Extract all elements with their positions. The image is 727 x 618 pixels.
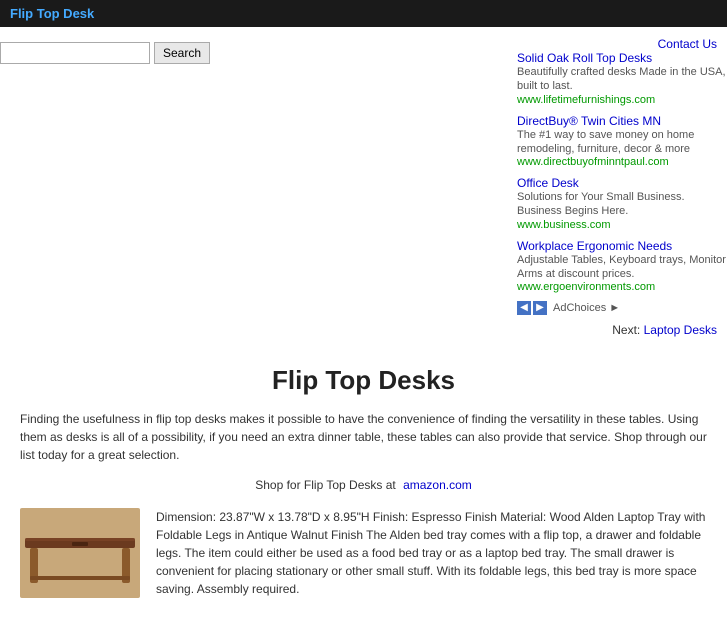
top-section: Search Contact Us Solid Oak Roll Top Des… xyxy=(0,27,727,337)
ad-title-link-3[interactable]: Workplace Ergonomic Needs xyxy=(517,239,672,253)
intro-text: Finding the usefulness in flip top desks… xyxy=(20,410,707,464)
site-title-link[interactable]: Flip Top Desk xyxy=(10,6,94,21)
next-label: Next: xyxy=(612,323,640,337)
ad-title-link-0[interactable]: Solid Oak Roll Top Desks xyxy=(517,51,652,65)
shop-link[interactable]: amazon.com xyxy=(403,478,472,492)
ad-title-link-1[interactable]: DirectBuy® Twin Cities MN xyxy=(517,114,661,128)
search-input[interactable] xyxy=(0,42,150,64)
ad-desc-0: Beautifully crafted desks Made in the US… xyxy=(517,65,727,94)
ad-url-1: www.directbuyofminntpaul.com xyxy=(517,156,727,168)
ad-item-2: Office Desk Solutions for Your Small Bus… xyxy=(517,176,727,231)
ad-desc-3: Adjustable Tables, Keyboard trays, Monit… xyxy=(517,253,727,282)
search-row: Search xyxy=(0,42,507,64)
product-section: Dimension: 23.87"W x 13.78"D x 8.95"H Fi… xyxy=(20,508,707,598)
next-line: Next: Laptop Desks xyxy=(517,323,717,337)
shop-prefix: Shop for Flip Top Desks at xyxy=(255,478,396,492)
ad-next-button[interactable]: ▶ xyxy=(533,301,547,315)
ad-list: Solid Oak Roll Top Desks Beautifully cra… xyxy=(517,51,727,293)
contact-us-link[interactable]: Contact Us xyxy=(658,37,717,51)
shop-line: Shop for Flip Top Desks at amazon.com xyxy=(20,478,707,492)
product-image xyxy=(20,508,140,598)
left-top: Search xyxy=(0,27,507,337)
product-desc: Dimension: 23.87"W x 13.78"D x 8.95"H Fi… xyxy=(156,508,707,598)
search-button[interactable]: Search xyxy=(154,42,210,64)
ad-url-0: www.lifetimefurnishings.com xyxy=(517,94,727,106)
ad-item-3: Workplace Ergonomic Needs Adjustable Tab… xyxy=(517,239,727,294)
next-link[interactable]: Laptop Desks xyxy=(644,323,717,337)
ad-sidebar: Contact Us Solid Oak Roll Top Desks Beau… xyxy=(507,27,727,337)
ad-prev-button[interactable]: ◀ xyxy=(517,301,531,315)
page-title: Flip Top Desks xyxy=(20,365,707,396)
contact-us-area: Contact Us xyxy=(517,37,717,51)
ad-desc-2: Solutions for Your Small Business. Busin… xyxy=(517,190,727,219)
ad-item-0: Solid Oak Roll Top Desks Beautifully cra… xyxy=(517,51,727,106)
ad-url-3: www.ergoenvironments.com xyxy=(517,281,727,293)
ad-title-link-2[interactable]: Office Desk xyxy=(517,176,579,190)
main-content: Flip Top Desks Finding the usefulness in… xyxy=(0,337,727,618)
ad-desc-1: The #1 way to save money on home remodel… xyxy=(517,128,727,157)
ad-url-2: www.business.com xyxy=(517,219,727,231)
site-header: Flip Top Desk xyxy=(0,0,727,27)
ad-choices-label: AdChoices ► xyxy=(553,302,620,314)
ad-choices-row: ◀ ▶ AdChoices ► xyxy=(517,301,727,315)
ad-item-1: DirectBuy® Twin Cities MN The #1 way to … xyxy=(517,114,727,169)
